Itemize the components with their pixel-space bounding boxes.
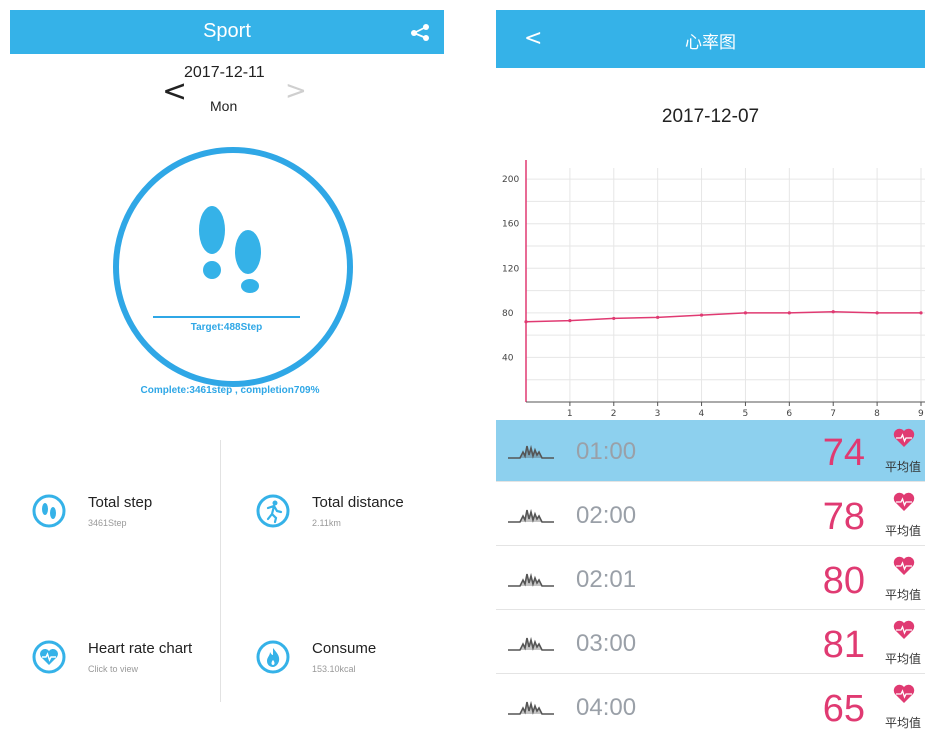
x-tick-label: 5 (742, 409, 748, 419)
average-label: 平均值 (884, 716, 921, 729)
heart-rate-chart: 40 80 120 160 200 1 2 3 4 5 6 7 8 9 (496, 156, 925, 431)
heart-rate-row[interactable]: 03:00 81 平均值 (496, 612, 925, 674)
heart-icon (893, 556, 915, 581)
heart-rate-value: 78 (822, 496, 865, 538)
flame-icon (256, 640, 290, 674)
heart-rate-row[interactable]: 02:00 78 平均值 (496, 484, 925, 546)
completion-label: Complete:3461step , completion709% (140, 385, 320, 396)
average-label: 平均值 (884, 460, 921, 474)
total-step-value: 3461Step (88, 518, 127, 528)
heart-rate-point (919, 311, 923, 315)
date-selector: < 2017-12-11 Mon > (160, 58, 310, 118)
footprint-icon (32, 494, 66, 528)
page-title: Sport (203, 20, 251, 42)
heart-icon (893, 620, 915, 645)
heart-rate-time: 02:00 (576, 502, 637, 529)
x-tick-label: 2 (611, 409, 617, 419)
x-tick-label: 9 (918, 409, 924, 419)
chart-date: 2017-12-07 (661, 106, 760, 127)
heart-rate-chart-label: Heart rate chart (88, 640, 193, 657)
sport-screen: Sport < 2017-12-11 Mon > Target:488Step … (10, 10, 444, 729)
next-day-button[interactable]: > (285, 76, 307, 106)
heart-rate-point (699, 313, 704, 317)
average-label: 平均值 (884, 652, 921, 666)
target-divider (153, 316, 300, 318)
heart-rate-chart-card[interactable]: Heart rate chart Click to view (32, 640, 222, 680)
heart-rate-time: 04:00 (576, 694, 637, 721)
y-tick-label: 200 (502, 175, 519, 185)
heart-rate-wave-icon (508, 698, 554, 723)
heart-rate-value: 65 (822, 688, 865, 729)
total-distance-card[interactable]: Total distance 2.11km (256, 494, 436, 534)
heart-icon (893, 428, 915, 453)
consume-label: Consume (312, 640, 377, 657)
heart-rate-point (831, 310, 835, 314)
x-tick-label: 4 (699, 409, 705, 419)
heart-rate-header: < 心率图 (496, 10, 925, 68)
share-icon[interactable] (408, 22, 432, 47)
average-label: 平均值 (884, 524, 921, 538)
heart-rate-value: 81 (822, 624, 865, 666)
target-label: Target:488Step (190, 322, 263, 333)
footprints-icon (188, 204, 278, 299)
x-tick-label: 3 (655, 409, 661, 419)
heart-rate-wave-icon (508, 634, 554, 659)
heart-rate-point (743, 311, 748, 315)
heart-rate-time: 03:00 (576, 630, 637, 657)
heart-rate-row[interactable]: 02:01 80 平均值 (496, 548, 925, 610)
total-step-card[interactable]: Total step 3461Step (32, 494, 212, 534)
heart-rate-wave-icon (508, 442, 554, 467)
average-label: 平均值 (884, 588, 921, 602)
heart-icon (893, 492, 915, 517)
heart-rate-wave-icon (508, 570, 554, 595)
page-title: 心率图 (685, 33, 736, 53)
heart-rate-value: 80 (822, 560, 865, 602)
heart-rate-point (656, 315, 660, 319)
heart-rate-point (568, 319, 572, 323)
total-distance-value: 2.11km (312, 518, 341, 528)
heart-rate-wave-icon (508, 506, 554, 531)
heart-rate-screen: < 心率图 2017-12-07 40 80 120 160 200 1 2 3 4 5 6 7 8 9 … (496, 10, 925, 729)
y-tick-label: 40 (502, 353, 514, 363)
x-tick-label: 1 (567, 409, 573, 419)
runner-icon (256, 494, 290, 528)
total-distance-label: Total distance (312, 494, 404, 511)
heart-rate-value: 74 (822, 432, 865, 474)
heart-rate-point (612, 316, 616, 321)
y-tick-label: 80 (502, 309, 514, 319)
x-tick-label: 8 (874, 409, 880, 419)
consume-card[interactable]: Consume 153.10kcal (256, 640, 436, 680)
y-tick-label: 160 (502, 220, 519, 230)
total-step-label: Total step (88, 494, 153, 511)
heart-rate-point (875, 311, 879, 315)
x-tick-label: 6 (786, 409, 792, 419)
heart-rate-chart-hint: Click to view (88, 664, 139, 674)
heart-rate-point (524, 320, 528, 324)
heart-icon (32, 640, 66, 674)
heart-icon (893, 684, 915, 709)
y-tick-label: 120 (502, 264, 519, 274)
heart-rate-row[interactable]: 01:00 74 平均值 (496, 420, 925, 482)
consume-value: 153.10kcal (312, 664, 356, 674)
heart-rate-time: 02:01 (576, 566, 637, 593)
current-weekday: Mon (210, 98, 238, 114)
heart-rate-row[interactable]: 04:00 65 平均值 (496, 676, 925, 729)
current-date: 2017-12-11 (184, 64, 265, 81)
sport-header: Sport (10, 10, 444, 54)
x-tick-label: 7 (830, 409, 836, 419)
heart-rate-time: 01:00 (576, 438, 637, 465)
heart-rate-point (787, 311, 791, 315)
heart-rate-chart-svg: 40 80 120 160 200 1 2 3 4 5 6 7 8 9 (502, 160, 925, 419)
